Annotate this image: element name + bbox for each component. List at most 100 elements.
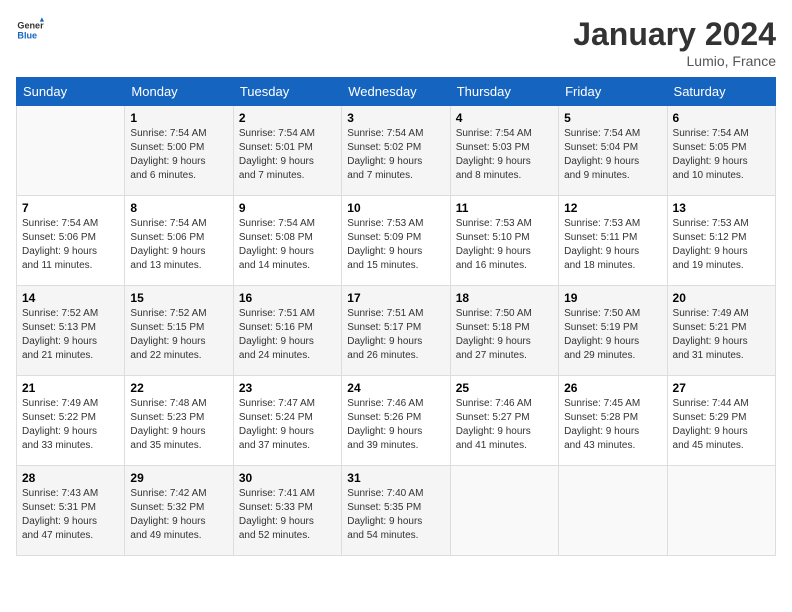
date-number: 13 xyxy=(673,201,770,215)
table-cell: 12Sunrise: 7:53 AMSunset: 5:11 PMDayligh… xyxy=(559,196,667,286)
col-wednesday: Wednesday xyxy=(342,78,450,106)
table-cell: 3 Sunrise: 7:54 AMSunset: 5:02 PMDaylight… xyxy=(342,106,450,196)
day-info: Sunrise: 7:51 AMSunset: 5:17 PMDaylight:… xyxy=(347,307,444,363)
day-info: Sunrise: 7:54 AMSunset: 5:01 PMDaylight:… xyxy=(239,127,336,183)
day-info: Sunrise: 7:41 AMSunset: 5:33 PMDaylight:… xyxy=(239,487,336,543)
date-number: 17 xyxy=(347,291,444,305)
table-cell xyxy=(17,106,125,196)
table-cell: 17 Sunrise: 7:51 AMSunset: 5:17 PMDayligh… xyxy=(342,286,450,376)
logo: General Blue xyxy=(16,16,44,44)
calendar-table: Sunday Monday Tuesday Wednesday Thursday… xyxy=(16,77,776,556)
day-info: Sunrise: 7:46 AMSunset: 5:26 PMDaylight:… xyxy=(347,397,444,453)
table-cell: 29 Sunrise: 7:42 AMSunset: 5:32 PMDayligh… xyxy=(125,466,233,556)
table-cell: 1 Sunrise: 7:54 AMSunset: 5:00 PMDaylight… xyxy=(125,106,233,196)
day-info: Sunrise: 7:54 AMSunset: 5:00 PMDaylight:… xyxy=(130,127,227,183)
table-cell: 8Sunrise: 7:54 AMSunset: 5:06 PMDaylight… xyxy=(125,196,233,286)
date-number: 5 xyxy=(564,111,661,125)
table-cell: 19 Sunrise: 7:50 AMSunset: 5:19 PMDayligh… xyxy=(559,286,667,376)
date-number: 16 xyxy=(239,291,336,305)
table-cell: 30 Sunrise: 7:41 AMSunset: 5:33 PMDayligh… xyxy=(233,466,341,556)
table-cell: 2 Sunrise: 7:54 AMSunset: 5:01 PMDaylight… xyxy=(233,106,341,196)
date-number: 1 xyxy=(130,111,227,125)
date-number: 26 xyxy=(564,381,661,395)
date-number: 14 xyxy=(22,291,119,305)
date-number: 25 xyxy=(456,381,553,395)
day-info: Sunrise: 7:43 AMSunset: 5:31 PMDaylight:… xyxy=(22,487,119,543)
logo-icon: General Blue xyxy=(16,16,44,44)
day-info: Sunrise: 7:52 AMSunset: 5:15 PMDaylight:… xyxy=(130,307,227,363)
day-info: Sunrise: 7:49 AMSunset: 5:21 PMDaylight:… xyxy=(673,307,770,363)
date-number: 30 xyxy=(239,471,336,485)
col-sunday: Sunday xyxy=(17,78,125,106)
day-info: Sunrise: 7:44 AMSunset: 5:29 PMDaylight:… xyxy=(673,397,770,453)
subtitle: Lumio, France xyxy=(573,53,776,69)
day-info: Sunrise: 7:54 AMSunset: 5:08 PMDaylight:… xyxy=(239,217,336,273)
table-cell xyxy=(450,466,558,556)
table-cell: 25Sunrise: 7:46 AMSunset: 5:27 PMDayligh… xyxy=(450,376,558,466)
calendar-row: 28 Sunrise: 7:43 AMSunset: 5:31 PMDayligh… xyxy=(17,466,776,556)
table-cell: 28 Sunrise: 7:43 AMSunset: 5:31 PMDayligh… xyxy=(17,466,125,556)
day-info: Sunrise: 7:47 AMSunset: 5:24 PMDaylight:… xyxy=(239,397,336,453)
table-cell: 20 Sunrise: 7:49 AMSunset: 5:21 PMDayligh… xyxy=(667,286,775,376)
day-info: Sunrise: 7:53 AMSunset: 5:10 PMDaylight:… xyxy=(456,217,553,273)
day-info: Sunrise: 7:48 AMSunset: 5:23 PMDaylight:… xyxy=(130,397,227,453)
col-saturday: Saturday xyxy=(667,78,775,106)
day-info: Sunrise: 7:42 AMSunset: 5:32 PMDaylight:… xyxy=(130,487,227,543)
date-number: 31 xyxy=(347,471,444,485)
date-number: 11 xyxy=(456,201,553,215)
svg-text:General: General xyxy=(17,21,44,31)
day-info: Sunrise: 7:50 AMSunset: 5:18 PMDaylight:… xyxy=(456,307,553,363)
day-info: Sunrise: 7:52 AMSunset: 5:13 PMDaylight:… xyxy=(22,307,119,363)
title-block: January 2024 Lumio, France xyxy=(573,16,776,69)
date-number: 23 xyxy=(239,381,336,395)
table-cell: 10Sunrise: 7:53 AMSunset: 5:09 PMDayligh… xyxy=(342,196,450,286)
svg-text:Blue: Blue xyxy=(17,30,37,40)
table-cell xyxy=(667,466,775,556)
table-cell: 24 Sunrise: 7:46 AMSunset: 5:26 PMDayligh… xyxy=(342,376,450,466)
date-number: 20 xyxy=(673,291,770,305)
table-cell: 21 Sunrise: 7:49 AMSunset: 5:22 PMDayligh… xyxy=(17,376,125,466)
date-number: 19 xyxy=(564,291,661,305)
table-cell: 7Sunrise: 7:54 AMSunset: 5:06 PMDaylight… xyxy=(17,196,125,286)
table-cell: 11 Sunrise: 7:53 AMSunset: 5:10 PMDayligh… xyxy=(450,196,558,286)
date-number: 9 xyxy=(239,201,336,215)
day-info: Sunrise: 7:54 AMSunset: 5:03 PMDaylight:… xyxy=(456,127,553,183)
date-number: 4 xyxy=(456,111,553,125)
table-cell: 26Sunrise: 7:45 AMSunset: 5:28 PMDayligh… xyxy=(559,376,667,466)
table-cell: 16 Sunrise: 7:51 AMSunset: 5:16 PMDayligh… xyxy=(233,286,341,376)
date-number: 21 xyxy=(22,381,119,395)
day-info: Sunrise: 7:54 AMSunset: 5:02 PMDaylight:… xyxy=(347,127,444,183)
calendar-row: 14 Sunrise: 7:52 AMSunset: 5:13 PMDayligh… xyxy=(17,286,776,376)
col-friday: Friday xyxy=(559,78,667,106)
date-number: 2 xyxy=(239,111,336,125)
date-number: 7 xyxy=(22,201,119,215)
day-info: Sunrise: 7:49 AMSunset: 5:22 PMDaylight:… xyxy=(22,397,119,453)
table-cell: 4 Sunrise: 7:54 AMSunset: 5:03 PMDaylight… xyxy=(450,106,558,196)
date-number: 6 xyxy=(673,111,770,125)
table-cell: 31 Sunrise: 7:40 AMSunset: 5:35 PMDayligh… xyxy=(342,466,450,556)
header-row: Sunday Monday Tuesday Wednesday Thursday… xyxy=(17,78,776,106)
date-number: 8 xyxy=(130,201,227,215)
table-cell: 18 Sunrise: 7:50 AMSunset: 5:18 PMDayligh… xyxy=(450,286,558,376)
col-thursday: Thursday xyxy=(450,78,558,106)
date-number: 24 xyxy=(347,381,444,395)
main-title: January 2024 xyxy=(573,16,776,53)
calendar-row: 7Sunrise: 7:54 AMSunset: 5:06 PMDaylight… xyxy=(17,196,776,286)
day-info: Sunrise: 7:53 AMSunset: 5:11 PMDaylight:… xyxy=(564,217,661,273)
day-info: Sunrise: 7:50 AMSunset: 5:19 PMDaylight:… xyxy=(564,307,661,363)
date-number: 18 xyxy=(456,291,553,305)
date-number: 29 xyxy=(130,471,227,485)
table-cell: 14 Sunrise: 7:52 AMSunset: 5:13 PMDayligh… xyxy=(17,286,125,376)
date-number: 10 xyxy=(347,201,444,215)
day-info: Sunrise: 7:40 AMSunset: 5:35 PMDaylight:… xyxy=(347,487,444,543)
col-monday: Monday xyxy=(125,78,233,106)
table-cell: 23 Sunrise: 7:47 AMSunset: 5:24 PMDayligh… xyxy=(233,376,341,466)
date-number: 28 xyxy=(22,471,119,485)
table-cell: 6Sunrise: 7:54 AMSunset: 5:05 PMDaylight… xyxy=(667,106,775,196)
day-info: Sunrise: 7:51 AMSunset: 5:16 PMDaylight:… xyxy=(239,307,336,363)
page-header: General Blue January 2024 Lumio, France xyxy=(16,16,776,69)
date-number: 3 xyxy=(347,111,444,125)
day-info: Sunrise: 7:53 AMSunset: 5:12 PMDaylight:… xyxy=(673,217,770,273)
date-number: 27 xyxy=(673,381,770,395)
calendar-row: 21 Sunrise: 7:49 AMSunset: 5:22 PMDayligh… xyxy=(17,376,776,466)
